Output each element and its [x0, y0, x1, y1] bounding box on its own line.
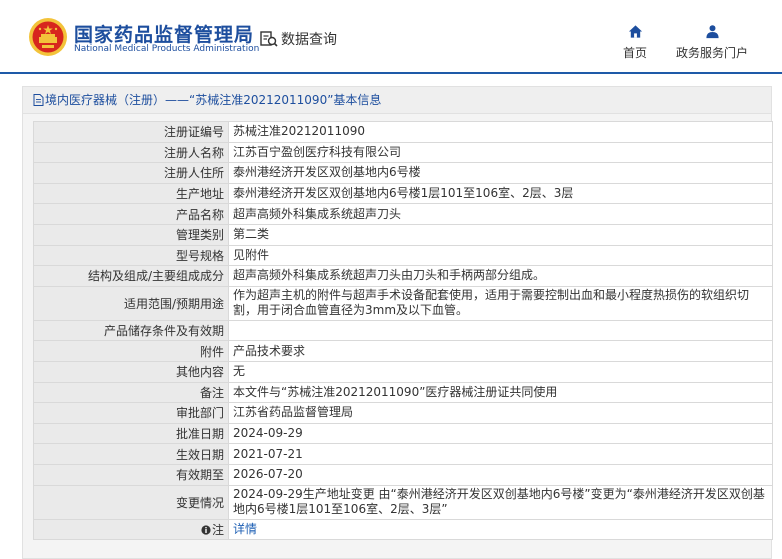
row-label: 审批部门	[33, 402, 229, 424]
row-value: 第二类	[228, 223, 773, 246]
national-emblem-logo[interactable]	[28, 17, 68, 57]
row-value: 2026-07-20	[228, 463, 773, 486]
nav-gov-label: 政务服务门户	[675, 46, 748, 60]
data-query-label: 数据查询	[281, 32, 337, 48]
table-row: 结构及组成/主要组成成分 超声高频外科集成系统超声刀头由刀头和手柄两部分组成。	[33, 265, 773, 287]
row-value	[228, 319, 773, 342]
table-row: 注 详情	[33, 518, 773, 541]
table-row: 其他内容 无	[33, 360, 773, 383]
table-row: 注册人住所 泰州港经济开发区双创基地内6号楼	[33, 162, 773, 184]
row-label: 型号规格	[33, 244, 229, 267]
row-value: 苏械注准20212011090	[228, 121, 773, 143]
row-value: 2024-09-29	[228, 422, 773, 445]
row-label: 产品储存条件及有效期	[33, 319, 229, 342]
row-label: 注册人名称	[33, 141, 229, 164]
table-row: 变更情况 2024-09-29生产地址变更 由“泰州港经济开发区双创基地内6号楼…	[33, 484, 773, 520]
row-value: 本文件与“苏械注准20212011090”医疗器械注册证共同使用	[228, 381, 773, 404]
details-link[interactable]: 详情	[233, 522, 257, 536]
info-table-wrapper: 注册证编号 苏械注准20212011090 注册人名称 江苏百宁盈创医疗科技有限…	[33, 121, 773, 541]
info-icon	[201, 525, 211, 535]
row-label: 有效期至	[33, 463, 229, 486]
table-row: 生效日期 2021-07-21	[33, 443, 773, 465]
row-value: 无	[228, 360, 773, 383]
panel-header: 境内医疗器械（注册）——“苏械注准20212011090”基本信息	[23, 87, 771, 114]
table-row: 产品储存条件及有效期	[33, 319, 773, 342]
row-value: 产品技术要求	[228, 340, 773, 362]
table-row: 有效期至 2026-07-20	[33, 463, 773, 486]
table-row: 附件 产品技术要求	[33, 340, 773, 362]
row-label: 产品名称	[33, 203, 229, 225]
row-value: 超声高频外科集成系统超声刀头由刀头和手柄两部分组成。	[228, 265, 773, 287]
panel-title: 境内医疗器械（注册）——“苏械注准20212011090”基本信息	[45, 93, 382, 107]
row-label: 其他内容	[33, 360, 229, 383]
site-subtitle: National Medical Products Administration	[74, 44, 260, 54]
table-row: 管理类别 第二类	[33, 223, 773, 246]
row-label: 结构及组成/主要组成成分	[33, 265, 229, 287]
row-value: 2021-07-21	[228, 443, 773, 465]
row-label: 生产地址	[33, 182, 229, 205]
row-value-cell: 详情	[228, 518, 773, 541]
row-value: 泰州港经济开发区双创基地内6号楼	[228, 162, 773, 184]
data-query-link[interactable]: 数据查询	[259, 28, 337, 50]
row-label: 管理类别	[33, 223, 229, 246]
device-info-panel: 境内医疗器械（注册）——“苏械注准20212011090”基本信息 注册证编号 …	[22, 86, 773, 559]
row-value: 泰州港经济开发区双创基地内6号楼1层101至106室、2层、3层	[228, 182, 773, 205]
nav-home-label: 首页	[622, 46, 647, 60]
row-label: 注册证编号	[33, 121, 229, 143]
row-label: 生效日期	[33, 443, 229, 465]
info-table: 注册证编号 苏械注准20212011090 注册人名称 江苏百宁盈创医疗科技有限…	[33, 121, 773, 541]
row-value: 江苏省药品监督管理局	[228, 402, 773, 424]
row-value: 超声高频外科集成系统超声刀头	[228, 203, 773, 225]
row-label: 注	[211, 522, 224, 537]
table-row: 注册证编号 苏械注准20212011090	[33, 121, 773, 143]
row-label: 注册人住所	[33, 162, 229, 184]
nav-gov-portal[interactable]: 政务服务门户	[672, 24, 752, 61]
table-row: 批准日期 2024-09-29	[33, 422, 773, 445]
user-icon	[705, 25, 719, 39]
site-header: 国家药品监督管理局 National Medical Products Admi…	[0, 0, 782, 74]
row-label: 附件	[33, 340, 229, 362]
table-row: 生产地址 泰州港经济开发区双创基地内6号楼1层101至106室、2层、3层	[33, 182, 773, 205]
row-label: 备注	[33, 381, 229, 404]
row-label: 变更情况	[33, 484, 229, 520]
row-label: 适用范围/预期用途	[33, 285, 229, 321]
row-value: 见附件	[228, 244, 773, 267]
row-value: 2024-09-29生产地址变更 由“泰州港经济开发区双创基地内6号楼”变更为“…	[228, 484, 773, 520]
row-value: 江苏百宁盈创医疗科技有限公司	[228, 141, 773, 164]
home-icon	[628, 25, 642, 38]
document-icon	[33, 94, 44, 106]
note-label-cell: 注	[33, 518, 229, 541]
site-title: 国家药品监督管理局	[74, 24, 255, 46]
table-row: 型号规格 见附件	[33, 244, 773, 267]
table-row: 备注 本文件与“苏械注准20212011090”医疗器械注册证共同使用	[33, 381, 773, 404]
row-label: 批准日期	[33, 422, 229, 445]
table-row: 产品名称 超声高频外科集成系统超声刀头	[33, 203, 773, 225]
data-search-icon	[260, 31, 278, 47]
row-value: 作为超声主机的附件与超声手术设备配套使用，适用于需要控制出血和最小程度热损伤的软…	[228, 285, 773, 321]
nav-home[interactable]: 首页	[618, 24, 652, 61]
table-row: 适用范围/预期用途 作为超声主机的附件与超声手术设备配套使用，适用于需要控制出血…	[33, 285, 773, 321]
table-row: 审批部门 江苏省药品监督管理局	[33, 402, 773, 424]
table-row: 注册人名称 江苏百宁盈创医疗科技有限公司	[33, 141, 773, 164]
